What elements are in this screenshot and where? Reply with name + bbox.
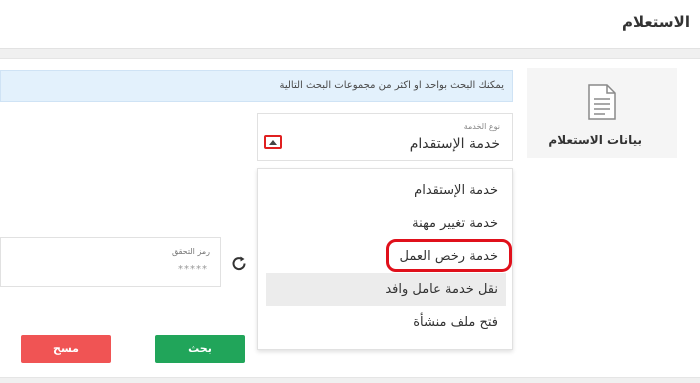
service-dropdown-menu: خدمة الإستقدام خدمة تغيير مهنة خدمة رخص …	[257, 168, 513, 350]
option-worker-transfer[interactable]: نقل خدمة عامل وافد	[385, 282, 498, 297]
service-type-value: خدمة الإستقدام	[409, 136, 500, 152]
search-button[interactable]: بحث	[155, 335, 245, 363]
option-work-permits[interactable]: خدمة رخص العمل	[399, 249, 498, 264]
info-alert: يمكنك البحث بواحد او اكثر من مجموعات الب…	[0, 70, 513, 102]
option-profession-change[interactable]: خدمة تغيير مهنة	[412, 216, 498, 231]
info-text: يمكنك البحث بواحد او اكثر من مجموعات الب…	[279, 80, 504, 91]
document-icon	[588, 84, 616, 120]
sidebar-label: بيانات الاستعلام	[548, 133, 642, 147]
captcha-input[interactable]: *****	[178, 264, 208, 275]
chevron-up-icon[interactable]	[264, 135, 282, 149]
top-bar: الاستعلام	[0, 0, 700, 49]
page-title: الاستعلام	[621, 13, 690, 31]
clear-button[interactable]: مسح	[21, 335, 111, 363]
service-type-label: نوع الخدمة	[463, 122, 500, 131]
option-recruitment[interactable]: خدمة الإستقدام	[414, 183, 498, 198]
refresh-icon[interactable]	[230, 255, 248, 273]
captcha-field[interactable]: رمز التحقق *****	[0, 237, 221, 287]
option-open-establishment-file[interactable]: فتح ملف منشأة	[413, 315, 498, 330]
captcha-label: رمز التحقق	[171, 247, 210, 256]
service-type-select[interactable]: نوع الخدمة خدمة الإستقدام	[257, 113, 513, 161]
